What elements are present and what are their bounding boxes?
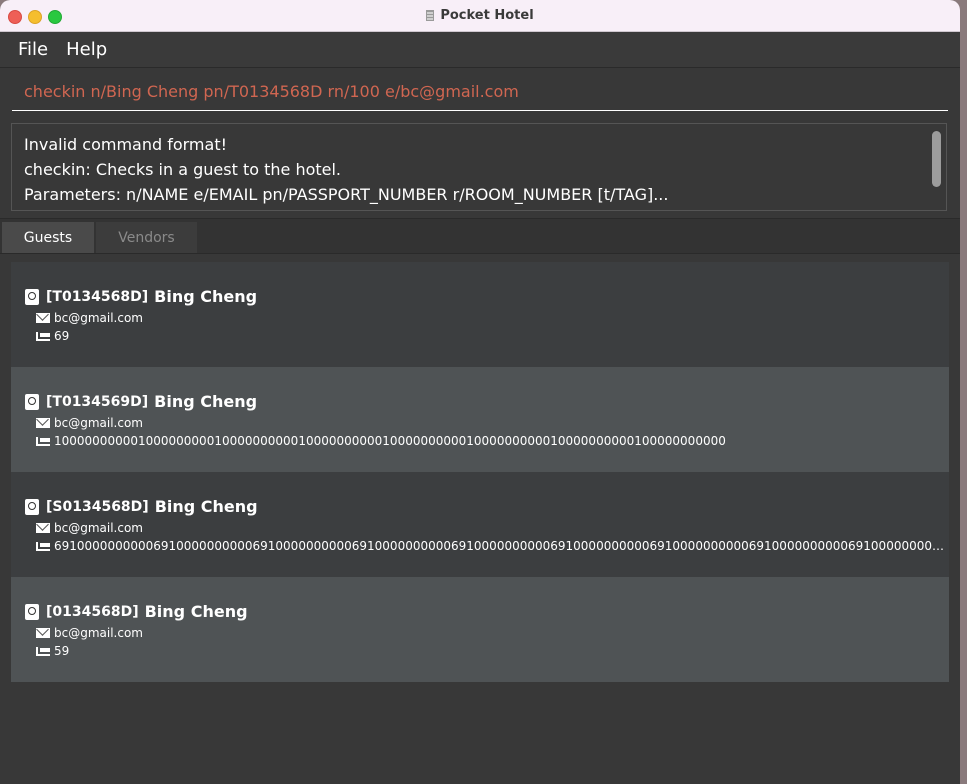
command-input[interactable] — [12, 80, 926, 102]
result-line: Parameters: n/NAME e/EMAIL pn/PASSPORT_N… — [24, 185, 669, 204]
tab-guests[interactable]: Guests — [2, 222, 94, 253]
guest-name: Bing Cheng — [154, 287, 258, 306]
guest-email: bc@gmail.com — [54, 626, 143, 640]
passport-icon — [25, 288, 39, 305]
bed-icon — [36, 541, 50, 551]
passport-icon — [25, 498, 39, 515]
result-scrollbar[interactable] — [932, 131, 941, 187]
guest-passport: [T0134569D] — [46, 393, 149, 410]
window-title: Pocket Hotel — [440, 8, 534, 23]
mail-icon — [36, 628, 50, 638]
guest-email: bc@gmail.com — [54, 521, 143, 535]
guest-passport: [0134568D] — [46, 603, 139, 620]
result-line: Invalid command format! — [24, 135, 228, 154]
tab-vendors[interactable]: Vendors — [96, 222, 197, 253]
guest-email: bc@gmail.com — [54, 416, 143, 430]
guest-name: Bing Cheng — [154, 497, 258, 516]
command-box — [12, 72, 948, 111]
title-bar: Pocket Hotel — [0, 0, 960, 32]
mail-icon — [36, 313, 50, 323]
mail-icon — [36, 523, 50, 533]
guest-card[interactable]: [0134568D] Bing Cheng bc@gmail.com 59 — [11, 577, 949, 682]
guest-name: Bing Cheng — [144, 602, 248, 621]
menu-file[interactable]: File — [9, 39, 57, 60]
guest-passport: [S0134568D] — [46, 498, 149, 515]
result-line: checkin: Checks in a guest to the hotel. — [24, 160, 342, 179]
guest-email: bc@gmail.com — [54, 311, 143, 325]
guest-room: 69 — [54, 329, 70, 343]
passport-icon — [25, 393, 39, 410]
bed-icon — [36, 331, 50, 341]
app-document-icon — [426, 10, 435, 21]
tab-bar: Guests Vendors — [0, 218, 960, 254]
passport-icon — [25, 603, 39, 620]
guest-room: 59 — [54, 644, 70, 658]
guest-room: 1000000000010000000001000000000010000000… — [54, 434, 726, 448]
result-display: Invalid command format! checkin: Checks … — [11, 123, 947, 211]
guest-room: 6910000000000691000000000069100000000006… — [54, 539, 944, 553]
app-window: Pocket Hotel File Help Invalid command f… — [0, 0, 960, 784]
bed-icon — [36, 436, 50, 446]
guest-name: Bing Cheng — [154, 392, 258, 411]
guest-passport: [T0134568D] — [46, 288, 149, 305]
bed-icon — [36, 646, 50, 656]
guest-list: [T0134568D] Bing Cheng bc@gmail.com 69 [… — [11, 262, 949, 682]
menu-bar: File Help — [0, 32, 960, 68]
mail-icon — [36, 418, 50, 428]
menu-help[interactable]: Help — [57, 39, 116, 60]
guest-card[interactable]: [T0134568D] Bing Cheng bc@gmail.com 69 — [11, 262, 949, 367]
guest-card[interactable]: [T0134569D] Bing Cheng bc@gmail.com 1000… — [11, 367, 949, 472]
guest-card[interactable]: [S0134568D] Bing Cheng bc@gmail.com 6910… — [11, 472, 949, 577]
